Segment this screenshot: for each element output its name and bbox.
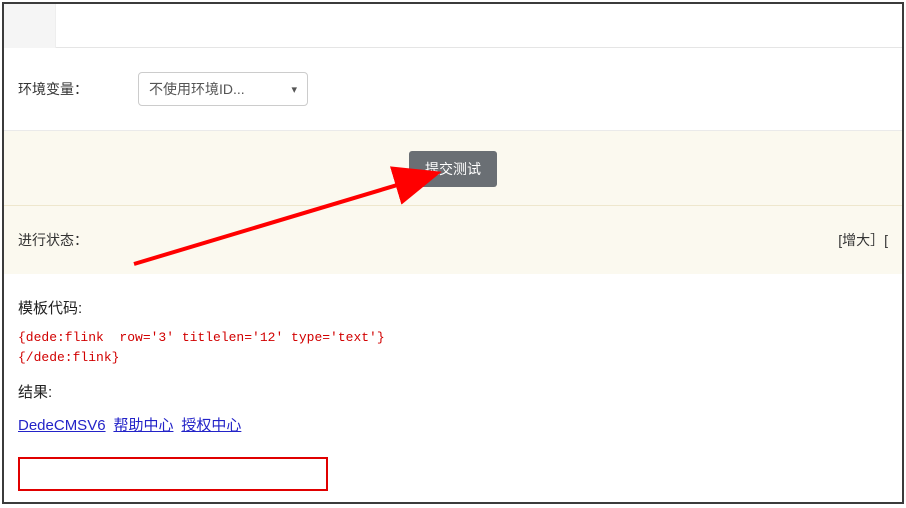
template-code: {dede:flink row='3' titlelen='12' type='… [18, 328, 888, 367]
status-label: 进行状态： [18, 230, 88, 250]
result-links: DedeCMSV6 帮助中心 授权中心 [18, 412, 888, 439]
submit-test-button[interactable]: 提交测试 [409, 151, 497, 187]
env-label: 环境变量： [18, 79, 138, 99]
enlarge-action[interactable]: [增大］[ [838, 230, 888, 250]
status-row: 进行状态： [增大］[ [4, 206, 902, 275]
top-toolbar-placeholder [4, 4, 902, 48]
toolbar-slot [4, 4, 56, 48]
submit-row: 提交测试 [4, 131, 902, 206]
env-select[interactable]: 不使用环境ID... ▾ [138, 72, 308, 106]
annotation-box [18, 457, 328, 491]
template-section: 模板代码: {dede:flink row='3' titlelen='12' … [4, 275, 902, 447]
env-select-value: 不使用环境ID... [149, 79, 245, 99]
result-link-license[interactable]: 授权中心 [181, 417, 241, 434]
result-title: 结果: [18, 381, 888, 402]
result-link-help[interactable]: 帮助中心 [113, 417, 173, 434]
chevron-down-icon: ▾ [291, 83, 297, 96]
template-title: 模板代码: [18, 297, 888, 318]
app-frame: 环境变量： 不使用环境ID... ▾ 提交测试 进行状态： [增大］[ 模板代码… [2, 2, 904, 504]
env-row: 环境变量： 不使用环境ID... ▾ [4, 48, 902, 131]
result-link-dedecmsv6[interactable]: DedeCMSV6 [18, 417, 106, 434]
